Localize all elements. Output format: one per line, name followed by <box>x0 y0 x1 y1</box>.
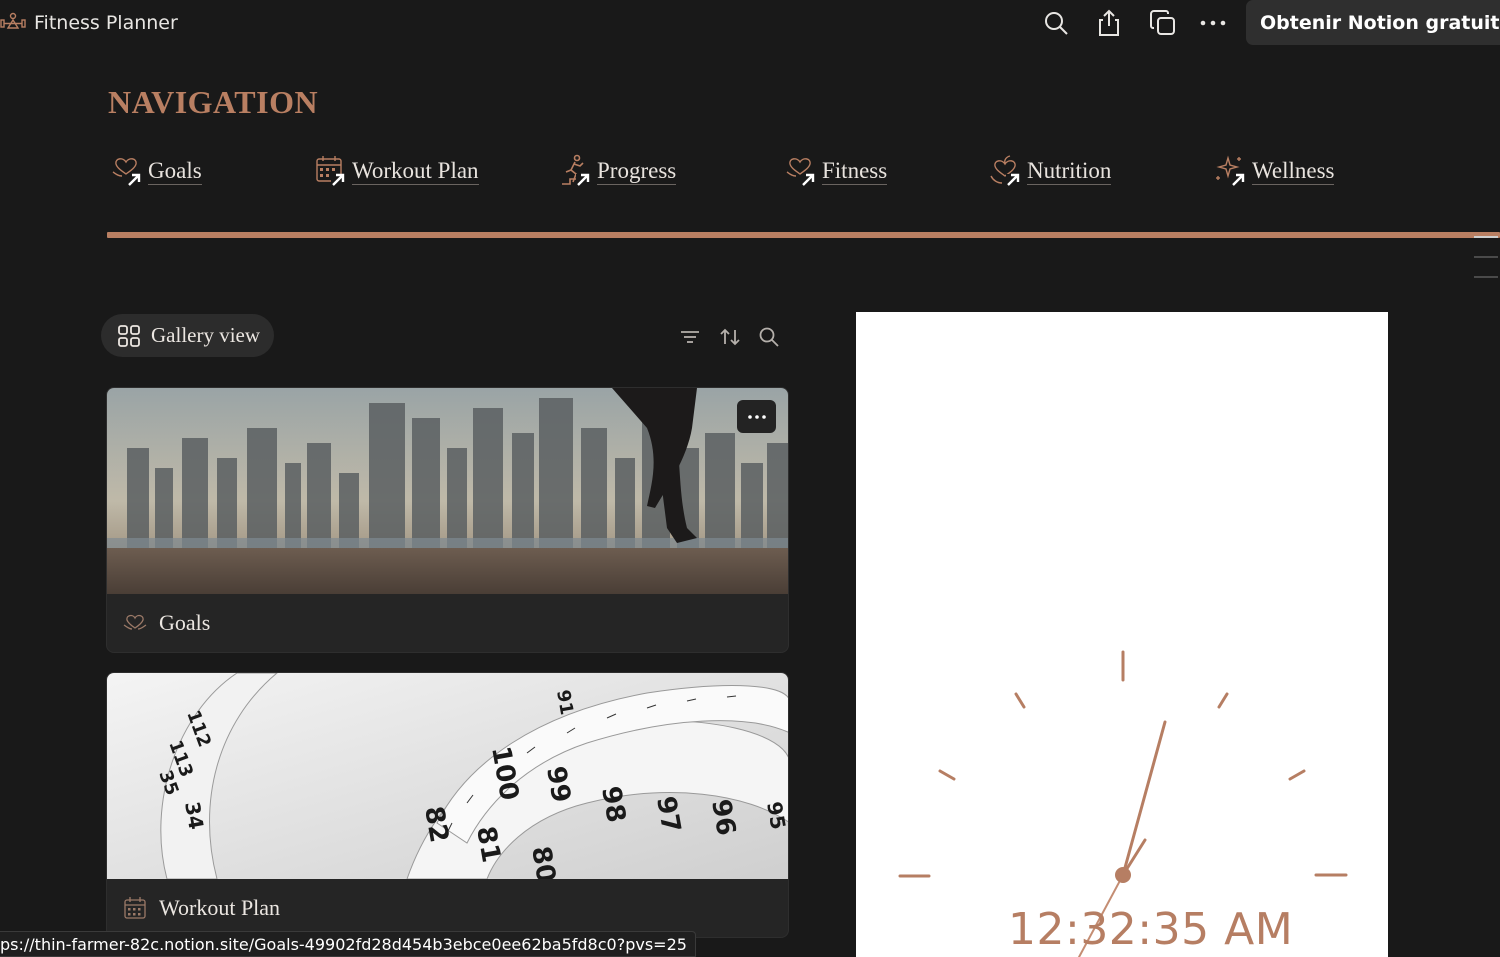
more-icon <box>747 414 766 419</box>
heart-hands-icon <box>123 614 147 630</box>
navigation-heading: NAVIGATION <box>108 84 319 120</box>
share-button[interactable] <box>1092 6 1126 40</box>
nav-link-label: Fitness <box>822 157 888 185</box>
nav-link-nutrition[interactable]: Nutrition <box>989 154 1112 188</box>
tape-number: 97 <box>650 794 686 835</box>
page-breadcrumb[interactable]: Fitness Planner <box>0 10 178 36</box>
gym-icon <box>0 10 26 36</box>
tape-number: 34 <box>180 800 208 832</box>
gallery-search-button[interactable] <box>758 326 780 348</box>
nav-link-label: Nutrition <box>1027 157 1112 185</box>
search-button[interactable] <box>1039 6 1073 40</box>
tape-number: 80 <box>525 844 561 879</box>
calendar-icon <box>124 897 146 919</box>
tape-number: 82 <box>418 804 454 845</box>
nav-link-workout-plan[interactable]: Workout Plan <box>314 154 479 188</box>
gallery-view-label: Gallery view <box>151 323 261 347</box>
clock-widget: 12:32:35 AM <box>856 312 1388 957</box>
duplicate-button[interactable] <box>1146 6 1180 40</box>
tape-number: 99 <box>540 764 576 805</box>
tape-number: 81 <box>470 824 506 865</box>
filter-icon <box>681 331 699 343</box>
tape-number: 91 <box>552 688 577 716</box>
gallery-card-goals[interactable]: Goals <box>106 387 789 653</box>
link-preview-status-bar: ps://thin-farmer-82c.notion.site/Goals-4… <box>0 931 696 957</box>
card-title: Workout Plan <box>159 895 281 920</box>
nav-link-label: Wellness <box>1252 157 1335 185</box>
section-divider <box>107 232 1500 238</box>
nav-link-goals[interactable]: Goals <box>110 154 202 188</box>
measuring-tape-photo: 112 113 35 34 91 95 100 99 98 97 96 82 8… <box>107 673 788 879</box>
heart-leaf-icon <box>989 154 1023 188</box>
city-runner-photo <box>107 388 788 594</box>
search-icon <box>1045 12 1068 35</box>
nav-link-fitness[interactable]: Fitness <box>784 154 888 188</box>
duplicate-icon <box>1150 10 1175 35</box>
heart-hands-icon <box>110 154 144 188</box>
table-of-contents-indicator[interactable] <box>1474 236 1498 296</box>
tape-number: 98 <box>595 784 631 825</box>
filter-button[interactable] <box>679 326 701 348</box>
card-title: Goals <box>159 610 211 635</box>
card-more-button[interactable] <box>737 400 776 433</box>
analog-clock-face <box>898 650 1348 957</box>
get-notion-free-button[interactable]: Obtenir Notion gratuitement <box>1246 0 1500 45</box>
nav-link-progress[interactable]: Progress <box>559 154 677 188</box>
nav-link-label: Goals <box>148 157 202 185</box>
page-title: Fitness Planner <box>34 12 178 34</box>
top-bar: Fitness Planner Obtenir Notion gratuitem… <box>0 0 1500 46</box>
sparkle-icon <box>1214 154 1248 188</box>
share-icon <box>1099 9 1119 36</box>
nav-link-wellness[interactable]: Wellness <box>1214 154 1335 188</box>
nav-link-label: Progress <box>597 157 677 185</box>
card-caption: Goals <box>107 594 788 652</box>
more-icon <box>1200 20 1226 26</box>
digital-time: 12:32:35 AM <box>1008 904 1294 955</box>
runner-icon <box>559 154 593 188</box>
more-options-button[interactable] <box>1196 6 1230 40</box>
heart-hands-icon <box>784 154 818 188</box>
tape-number: 96 <box>705 797 741 838</box>
gallery-grid-icon <box>118 324 140 347</box>
card-caption: Workout Plan <box>107 879 788 937</box>
search-icon <box>759 327 779 347</box>
nav-link-label: Workout Plan <box>352 157 479 185</box>
sort-button[interactable] <box>719 326 741 348</box>
gallery-view-tab[interactable]: Gallery view <box>101 314 274 357</box>
sort-icon <box>720 328 740 346</box>
gallery-card-workout-plan[interactable]: 112 113 35 34 91 95 100 99 98 97 96 82 8… <box>106 672 789 938</box>
calendar-icon <box>314 154 348 188</box>
